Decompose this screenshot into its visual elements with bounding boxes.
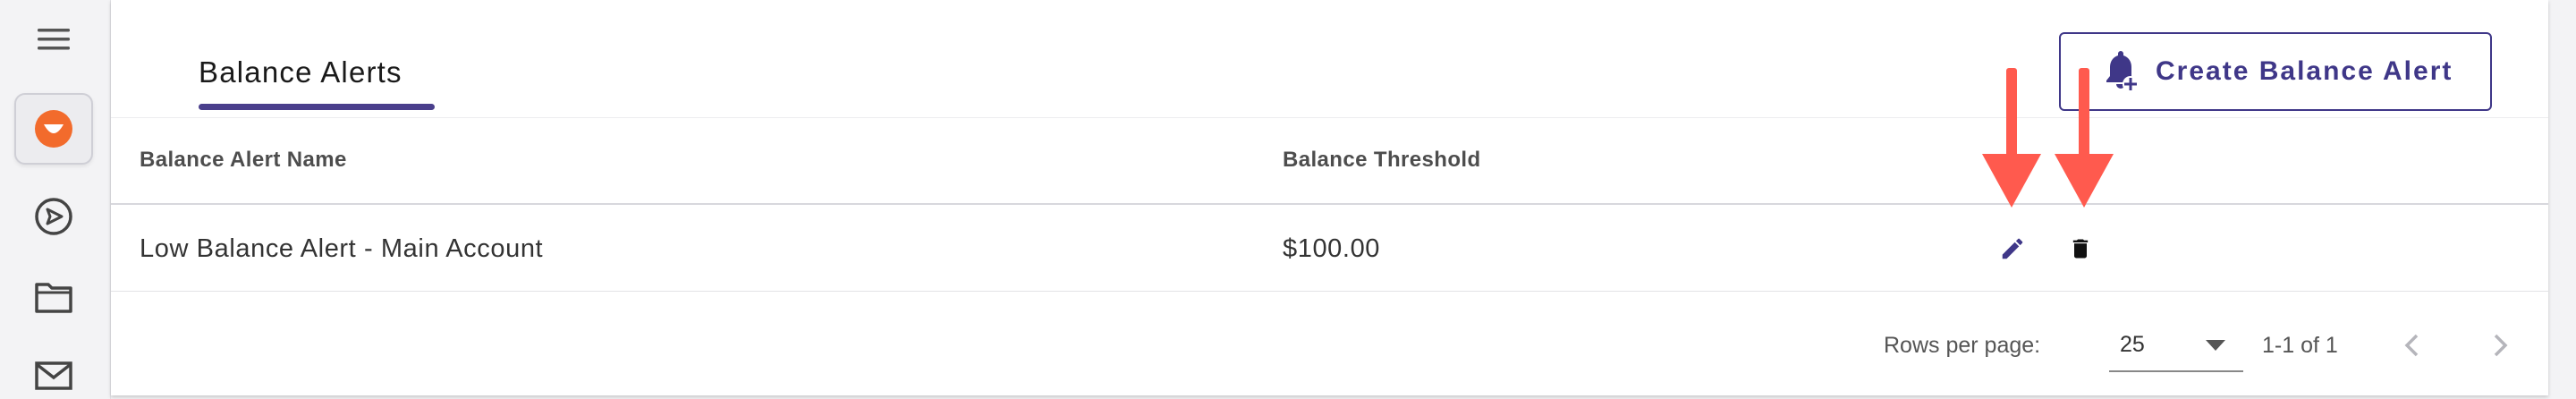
- rows-per-page-select[interactable]: 25: [2109, 318, 2243, 372]
- row-alert-threshold: $100.00: [1283, 234, 1381, 263]
- active-tab-indicator: [199, 104, 435, 110]
- header-divider: [111, 117, 2548, 118]
- annotation-arrow-delete: [2055, 68, 2114, 208]
- menu-button[interactable]: [14, 4, 93, 75]
- previous-page-button[interactable]: [2394, 327, 2429, 363]
- edit-button[interactable]: [1995, 231, 2030, 267]
- tab-balance-alerts[interactable]: Balance Alerts: [199, 55, 402, 89]
- send-button[interactable]: [14, 181, 93, 252]
- chevron-right-icon: [2494, 334, 2508, 357]
- next-page-button[interactable]: [2483, 327, 2519, 363]
- column-header-threshold[interactable]: Balance Threshold: [1283, 148, 1481, 173]
- create-balance-alert-label: Create Balance Alert: [2156, 56, 2453, 86]
- menu-icon: [38, 29, 70, 50]
- column-header-name[interactable]: Balance Alert Name: [140, 148, 347, 173]
- annotation-arrow-edit: [1982, 68, 2041, 208]
- row-alert-name: Low Balance Alert - Main Account: [140, 234, 544, 263]
- caret-down-icon: [2206, 340, 2225, 351]
- mail-icon: [35, 361, 72, 390]
- brand-button[interactable]: [14, 93, 93, 165]
- chevron-left-icon: [2404, 334, 2419, 357]
- brand-logo-icon: [35, 110, 72, 148]
- trash-icon: [2072, 239, 2089, 259]
- send-icon: [35, 198, 72, 235]
- delete-button[interactable]: [2063, 231, 2098, 267]
- mail-button[interactable]: [14, 340, 93, 399]
- row-divider: [111, 291, 2548, 292]
- folder-button[interactable]: [14, 261, 93, 333]
- left-rail: [0, 0, 111, 399]
- create-balance-alert-button[interactable]: Create Balance Alert: [2059, 32, 2492, 111]
- rows-per-page-value: 25: [2120, 332, 2145, 357]
- pagination-range: 1-1 of 1: [2262, 333, 2338, 358]
- pencil-icon: [2002, 238, 2023, 259]
- rows-per-page-label: Rows per page:: [1884, 333, 2041, 358]
- balance-alerts-card: Balance Alerts Create Balance Alert Bala…: [111, 0, 2548, 395]
- folder-icon: [35, 283, 72, 313]
- table-header-divider: [111, 203, 2548, 205]
